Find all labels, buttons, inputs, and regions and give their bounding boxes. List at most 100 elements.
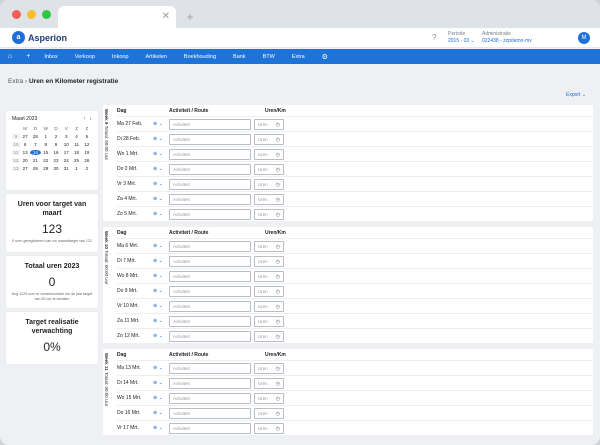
clock-icon[interactable]: ◷ <box>276 273 280 282</box>
nav-bank[interactable]: Bank <box>233 54 246 60</box>
add-row-icon[interactable]: ⊕ <box>153 333 157 339</box>
add-row-icon[interactable]: ⊕ <box>153 410 157 416</box>
chevron-down-icon[interactable]: ⌄ <box>159 288 163 294</box>
cal-week-number[interactable]: 12 <box>12 158 20 163</box>
add-row-icon[interactable]: ⊕ <box>153 365 157 371</box>
hours-input[interactable]: Uren ◷ <box>254 330 284 342</box>
help-icon[interactable]: ? <box>432 33 436 42</box>
hours-input[interactable]: Uren ◷ <box>254 315 284 327</box>
cal-day[interactable]: 19 <box>82 150 92 155</box>
browser-tab[interactable]: ✕ <box>58 6 176 28</box>
clock-icon[interactable]: ◷ <box>276 365 280 374</box>
gear-icon[interactable]: ⚙ <box>322 53 328 61</box>
chevron-down-icon[interactable]: ⌄ <box>159 151 163 157</box>
cal-day[interactable]: 2 <box>51 134 61 139</box>
cal-week-number[interactable]: 9 <box>12 134 20 139</box>
nav-boekhouding[interactable]: Boekhouding <box>184 54 216 60</box>
chevron-down-icon[interactable]: ⌄ <box>159 243 163 249</box>
cal-day[interactable]: 28 <box>30 166 40 171</box>
activity-input[interactable]: Activiteit <box>169 118 251 130</box>
hours-input[interactable]: Uren ◷ <box>254 133 284 145</box>
cal-day[interactable]: 12 <box>82 142 92 147</box>
hours-input[interactable]: Uren ◷ <box>254 270 284 282</box>
cal-day[interactable]: 18 <box>71 150 81 155</box>
nav-artikelen[interactable]: Artikelen <box>146 54 167 60</box>
cal-day[interactable]: 26 <box>82 158 92 163</box>
hours-input[interactable]: Uren ◷ <box>254 193 284 205</box>
chevron-down-icon[interactable]: ⌄ <box>159 380 163 386</box>
maximize-window-button[interactable] <box>42 10 51 19</box>
cal-day[interactable]: 24 <box>61 158 71 163</box>
clock-icon[interactable]: ◷ <box>276 136 280 145</box>
add-row-icon[interactable]: ⊕ <box>153 196 157 202</box>
activity-input[interactable]: Activiteit <box>169 377 251 389</box>
activity-input[interactable]: Activiteit <box>169 407 251 419</box>
cal-day[interactable]: 9 <box>51 142 61 147</box>
cal-day[interactable]: 1 <box>71 166 81 171</box>
add-row-icon[interactable]: ⊕ <box>153 211 157 217</box>
cal-week-number[interactable]: 10 <box>12 142 20 147</box>
chevron-down-icon[interactable]: ⌄ <box>159 211 163 217</box>
clock-icon[interactable]: ◷ <box>276 425 280 434</box>
add-row-icon[interactable]: ⊕ <box>153 273 157 279</box>
cal-day[interactable]: 30 <box>51 166 61 171</box>
add-icon[interactable]: + <box>26 53 30 60</box>
nav-verkoop[interactable]: Verkoop <box>75 54 95 60</box>
nav-inbox[interactable]: Inbox <box>44 54 57 60</box>
add-row-icon[interactable]: ⊕ <box>153 181 157 187</box>
cal-day[interactable]: 4 <box>71 134 81 139</box>
hours-input[interactable]: Uren ◷ <box>254 377 284 389</box>
arrow-up-icon[interactable]: ↑ <box>83 116 86 122</box>
nav-inkoop[interactable]: Inkoop <box>112 54 129 60</box>
close-icon[interactable]: ✕ <box>162 11 170 22</box>
cal-day[interactable]: 21 <box>30 158 40 163</box>
cal-day[interactable]: 29 <box>41 166 51 171</box>
clock-icon[interactable]: ◷ <box>276 380 280 389</box>
chevron-down-icon[interactable]: ⌄ <box>159 121 163 127</box>
activity-input[interactable]: Activiteit <box>169 240 251 252</box>
activity-input[interactable]: Activiteit <box>169 362 251 374</box>
chevron-down-icon[interactable]: ⌄ <box>159 365 163 371</box>
chevron-down-icon[interactable]: ⌄ <box>159 318 163 324</box>
add-row-icon[interactable]: ⊕ <box>153 166 157 172</box>
hours-input[interactable]: Uren ◷ <box>254 240 284 252</box>
breadcrumb-parent[interactable]: Extra <box>8 78 23 85</box>
add-row-icon[interactable]: ⊕ <box>153 136 157 142</box>
hours-input[interactable]: Uren ◷ <box>254 407 284 419</box>
hours-input[interactable]: Uren ◷ <box>254 392 284 404</box>
cal-day[interactable]: 28 <box>30 134 40 139</box>
cal-day[interactable]: 11 <box>71 142 81 147</box>
cal-day[interactable]: 15 <box>41 150 51 155</box>
chevron-down-icon[interactable]: ⌄ <box>159 333 163 339</box>
add-row-icon[interactable]: ⊕ <box>153 303 157 309</box>
clock-icon[interactable]: ◷ <box>276 303 280 312</box>
cal-day[interactable]: 25 <box>71 158 81 163</box>
clock-icon[interactable]: ◷ <box>276 243 280 252</box>
cal-day[interactable]: 1 <box>41 134 51 139</box>
chevron-down-icon[interactable]: ⌄ <box>159 410 163 416</box>
chevron-down-icon[interactable]: ⌄ <box>159 136 163 142</box>
add-row-icon[interactable]: ⊕ <box>153 258 157 264</box>
hours-input[interactable]: Uren ◷ <box>254 422 284 434</box>
clock-icon[interactable]: ◷ <box>276 196 280 205</box>
hours-input[interactable]: Uren ◷ <box>254 300 284 312</box>
activity-input[interactable]: Activiteit <box>169 208 251 220</box>
clock-icon[interactable]: ◷ <box>276 333 280 342</box>
cal-day[interactable]: 27 <box>20 166 30 171</box>
activity-input[interactable]: Activiteit <box>169 285 251 297</box>
add-row-icon[interactable]: ⊕ <box>153 243 157 249</box>
cal-week-number[interactable]: 13 <box>12 166 20 171</box>
hours-input[interactable]: Uren ◷ <box>254 285 284 297</box>
nav-extra[interactable]: Extra <box>292 54 305 60</box>
periode-selector[interactable]: Periode 2015 · 03 ⌄ <box>448 31 475 45</box>
clock-icon[interactable]: ◷ <box>276 258 280 267</box>
chevron-down-icon[interactable]: ⌄ <box>159 273 163 279</box>
cal-day[interactable]: 7 <box>30 142 40 147</box>
add-row-icon[interactable]: ⊕ <box>153 395 157 401</box>
arrow-down-icon[interactable]: ↓ <box>90 116 93 122</box>
export-button[interactable]: Export ⌄ <box>566 92 586 98</box>
hours-input[interactable]: Uren ◷ <box>254 178 284 190</box>
cal-day[interactable]: 5 <box>82 134 92 139</box>
cal-day[interactable]: 27 <box>20 134 30 139</box>
add-row-icon[interactable]: ⊕ <box>153 318 157 324</box>
